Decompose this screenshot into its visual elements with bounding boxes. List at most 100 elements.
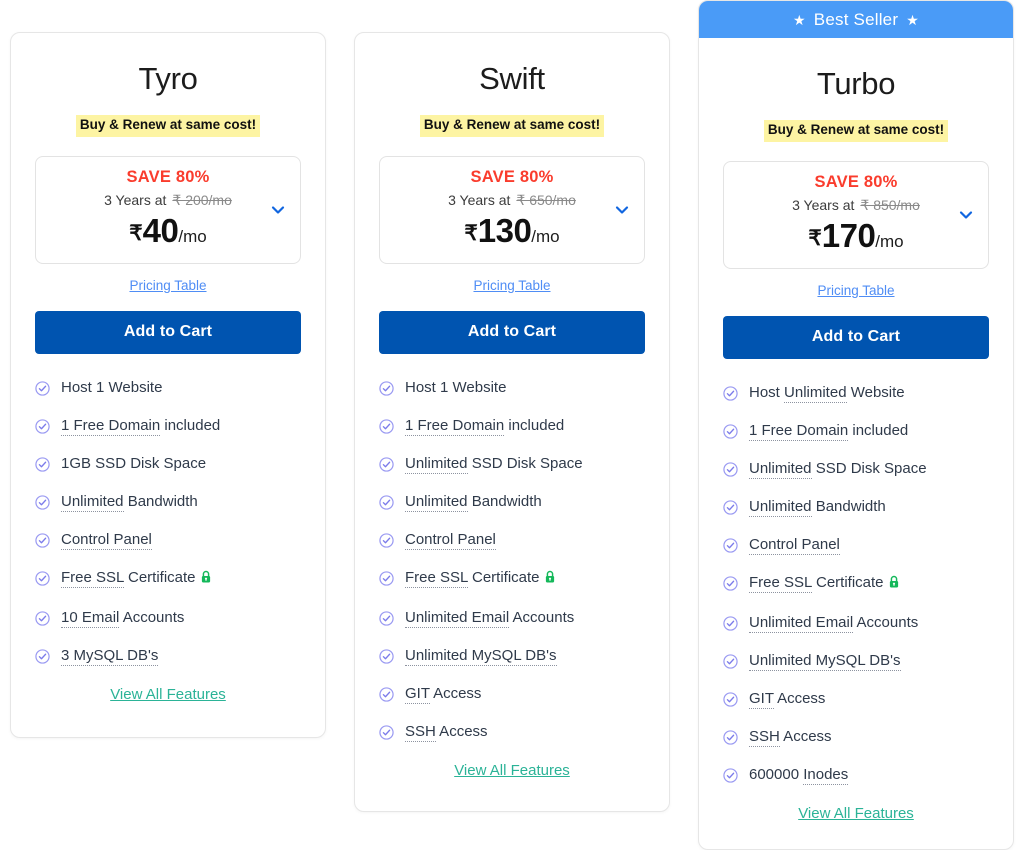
view-all-features-link[interactable]: View All Features [723,805,989,822]
feature-tooltip-term[interactable]: Unlimited Email [405,608,510,628]
feature-label: Host Unlimited Website [749,383,905,403]
feature-item: Host 1 Website [35,379,301,397]
plan-name: Tyro [138,61,198,96]
feature-tooltip-term[interactable]: Control Panel [405,530,496,550]
chevron-down-icon[interactable] [614,202,630,218]
renew-badge-wrap: Buy & Renew at same cost! [379,115,645,137]
view-all-features-link[interactable]: View All Features [379,762,645,779]
feature-tooltip-term[interactable]: Control Panel [749,535,840,555]
renew-badge-wrap: Buy & Renew at same cost! [723,120,989,142]
feature-tooltip-term[interactable]: GIT [749,689,774,709]
original-price: ₹ 850/mo [860,196,920,213]
check-circle-icon [35,611,50,626]
check-circle-icon [379,649,394,664]
plan-card-body: Turbo Buy & Renew at same cost! SAVE 80% 3 … [699,66,1013,822]
feature-tooltip-term[interactable]: Unlimited [784,383,847,403]
feature-label: GIT Access [749,689,826,709]
feature-item: SSH Access [723,727,989,747]
feature-tooltip-term[interactable]: SSH [749,727,780,747]
feature-item: Unlimited Bandwidth [379,492,645,512]
add-to-cart-button[interactable]: Add to Cart [35,310,301,354]
feature-label: Unlimited Bandwidth [405,492,542,512]
feature-label: Control Panel [749,535,840,555]
feature-label: Free SSL Certificate [61,568,212,589]
term-label: 3 Years at [104,191,167,208]
feature-tooltip-term[interactable]: Unlimited Email [749,613,854,633]
feature-tooltip-term[interactable]: Unlimited MySQL DB's [749,651,901,671]
feature-label: GIT Access [405,684,482,704]
original-price: ₹ 650/mo [516,191,576,208]
term-label: 3 Years at [792,196,855,213]
feature-label: 1 Free Domain included [749,421,909,441]
price-box[interactable]: SAVE 80% 3 Years at ₹ 650/mo ₹130/mo [379,155,645,264]
feature-tooltip-term[interactable]: Unlimited [749,497,812,517]
plan-card-turbo: ★ Best Seller ★ Turbo Buy & Renew at same co… [698,0,1014,850]
plan-name: Swift [479,61,545,96]
feature-tooltip-term[interactable]: Free SSL [405,568,468,588]
feature-tooltip-term[interactable]: 10 Email [61,608,120,628]
pricing-table-link[interactable]: Pricing Table [723,283,989,298]
check-circle-icon [723,616,738,631]
renew-badge: Buy & Renew at same cost! [763,120,949,142]
add-to-cart-button[interactable]: Add to Cart [723,315,989,359]
feature-label: Control Panel [405,530,496,550]
check-circle-icon [35,419,50,434]
feature-tooltip-term[interactable]: 1 Free Domain [749,421,849,441]
feature-label: SSH Access [749,727,832,747]
check-circle-icon [379,687,394,702]
check-circle-icon [35,649,50,664]
check-circle-icon [35,533,50,548]
feature-tooltip-term[interactable]: Unlimited MySQL DB's [405,646,557,666]
feature-tooltip-term[interactable]: 3 MySQL DB's [61,646,159,666]
feature-tooltip-term[interactable]: Unlimited [405,492,468,512]
feature-tooltip-term[interactable]: 1 Free Domain [405,416,505,436]
feature-item: GIT Access [723,689,989,709]
check-circle-icon [723,576,738,591]
save-label: SAVE 80% [470,167,554,186]
feature-item: Unlimited Bandwidth [35,492,301,512]
feature-tooltip-term[interactable]: Unlimited [749,459,812,479]
feature-label: Unlimited SSD Disk Space [405,454,583,474]
price-period: /mo [875,231,904,251]
feature-tooltip-term[interactable]: GIT [405,684,430,704]
feature-tooltip-term[interactable]: Inodes [803,765,849,785]
save-label: SAVE 80% [126,167,210,186]
check-circle-icon [723,462,738,477]
feature-item: 10 Email Accounts [35,608,301,628]
check-circle-icon [379,457,394,472]
feature-label: SSH Access [405,722,488,742]
feature-item: GIT Access [379,684,645,704]
feature-tooltip-term[interactable]: Free SSL [749,573,812,593]
feature-item: Unlimited SSD Disk Space [723,459,989,479]
feature-item: Control Panel [379,530,645,550]
pricing-table-link[interactable]: Pricing Table [35,278,301,293]
feature-tooltip-term[interactable]: Unlimited [405,454,468,474]
feature-item: SSH Access [379,722,645,742]
price-box[interactable]: SAVE 80% 3 Years at ₹ 200/mo ₹40/mo [35,155,301,264]
feature-item: Free SSL Certificate [379,568,645,589]
feature-item: Free SSL Certificate [35,568,301,589]
star-icon: ★ [793,11,806,28]
feature-tooltip-term[interactable]: Control Panel [61,530,152,550]
price-box[interactable]: SAVE 80% 3 Years at ₹ 850/mo ₹170/mo [723,160,989,269]
feature-item: Unlimited Email Accounts [723,613,989,633]
plan-card-body: Swift Buy & Renew at same cost! SAVE 80% 3 … [355,61,669,779]
feature-item: Unlimited Email Accounts [379,608,645,628]
chevron-down-icon[interactable] [958,207,974,223]
pricing-table-link[interactable]: Pricing Table [379,278,645,293]
feature-label: 1 Free Domain included [405,416,565,436]
feature-tooltip-term[interactable]: 1 Free Domain [61,416,161,436]
feature-item: 600000 Inodes [723,765,989,785]
view-all-features-link[interactable]: View All Features [35,686,301,703]
check-circle-icon [723,692,738,707]
price-amount: 40 [142,211,179,249]
feature-tooltip-term[interactable]: Unlimited [61,492,124,512]
feature-tooltip-term[interactable]: Free SSL [61,568,124,588]
chevron-down-icon[interactable] [270,202,286,218]
feature-tooltip-term[interactable]: SSH [405,722,436,742]
star-icon: ★ [906,11,919,28]
check-circle-icon [379,533,394,548]
current-price: ₹170/mo [734,217,978,255]
add-to-cart-button[interactable]: Add to Cart [379,310,645,354]
feature-label: Unlimited Email Accounts [749,613,919,633]
